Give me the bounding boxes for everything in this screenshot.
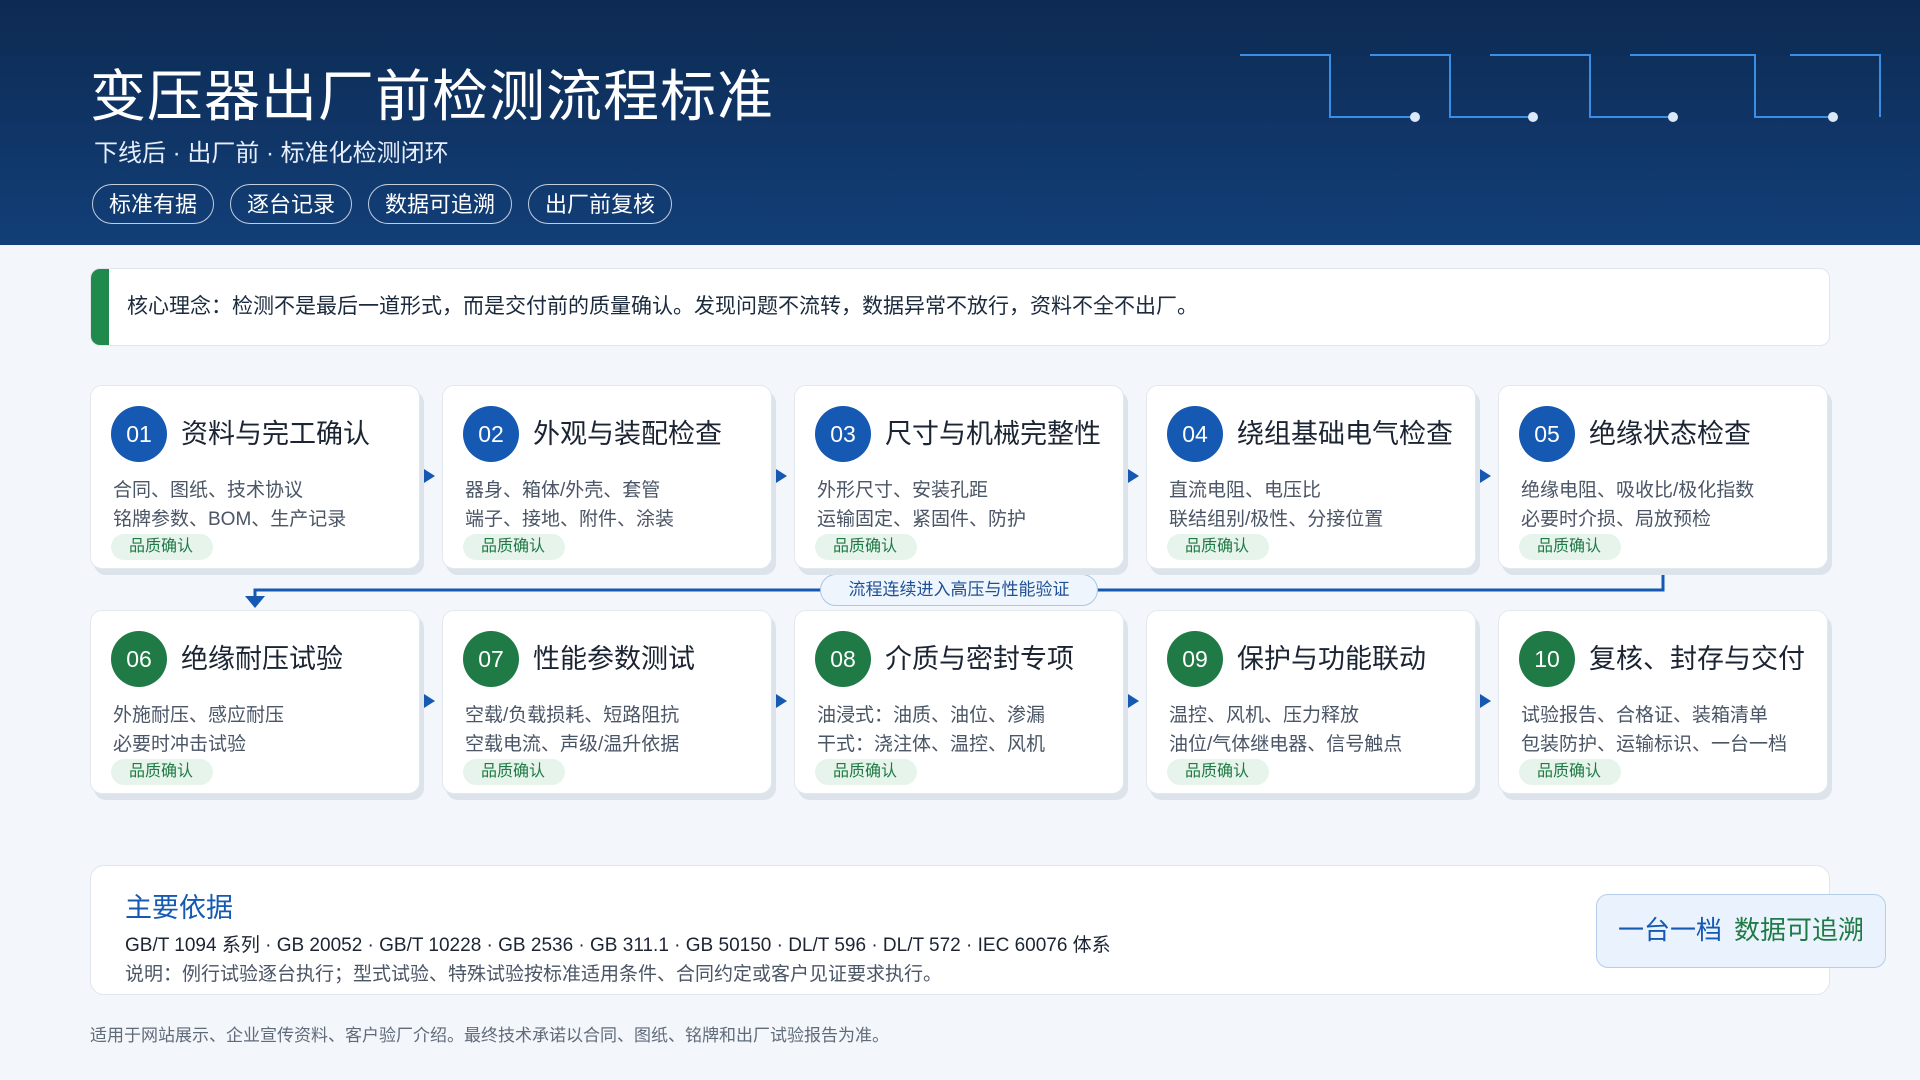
tag-traceable: 数据可追溯 [368,184,513,224]
quality-badge: 品质确认 [1167,759,1270,785]
quality-badge: 品质确认 [1519,534,1622,560]
step-detail-1: 绝缘电阻、吸收比/极化指数 [1521,480,1755,501]
arrow-right-icon [1480,469,1491,483]
step-title: 绝缘状态检查 [1589,419,1751,449]
step-number: 04 [1167,406,1223,462]
step-card-07: 07 性能参数测试 空载/负载损耗、短路阻抗 空载电流、声级/温升依据 品质确认 [442,610,772,794]
arrow-right-icon [1480,694,1491,708]
tag-record: 逐台记录 [230,184,353,224]
step-detail-2: 运输固定、紧固件、防护 [817,509,1027,530]
step-card-08: 08 介质与密封专项 油浸式：油质、油位、渗漏 干式：浇注体、温控、风机 品质确… [794,610,1124,794]
arrow-right-icon [776,469,787,483]
quality-badge: 品质确认 [1167,534,1270,560]
step-detail-1: 空载/负载损耗、短路阻抗 [465,705,680,726]
flow-down-arrow-icon [245,596,265,608]
step-number: 08 [815,631,871,687]
step-detail-2: 空载电流、声级/温升依据 [465,734,680,755]
core-concept-text: 核心理念：检测不是最后一道形式，而是交付前的质量确认。发现问题不流转，数据异常不… [127,295,1198,318]
quality-badge: 品质确认 [111,759,214,785]
step-detail-1: 器身、箱体/外壳、套管 [465,480,661,501]
basis-standards: GB/T 1094 系列 · GB 20052 · GB/T 10228 · G… [125,935,1111,956]
step-number: 06 [111,631,167,687]
step-number: 02 [463,406,519,462]
step-card-02: 02 外观与装配检查 器身、箱体/外壳、套管 端子、接地、附件、涂装 品质确认 [442,385,772,569]
footer-note: 适用于网站展示、企业宣传资料、客户验厂介绍。最终技术承诺以合同、图纸、铭牌和出厂… [90,1026,889,1045]
quality-badge: 品质确认 [1519,759,1622,785]
arrow-right-icon [776,694,787,708]
step-card-04: 04 绕组基础电气检查 直流电阻、电压比 联结组别/极性、分接位置 品质确认 [1146,385,1476,569]
step-detail-2: 铭牌参数、BOM、生产记录 [113,509,347,530]
step-number: 01 [111,406,167,462]
step-card-09: 09 保护与功能联动 温控、风机、压力释放 油位/气体继电器、信号触点 品质确认 [1146,610,1476,794]
core-accent-bar [91,269,109,345]
step-detail-1: 温控、风机、压力释放 [1169,705,1360,726]
arrow-right-icon [424,469,435,483]
traceability-part1: 一台一档 [1617,915,1722,945]
step-title: 复核、封存与交付 [1589,644,1805,674]
step-number: 03 [815,406,871,462]
step-title: 外观与装配检查 [533,419,722,449]
step-card-06: 06 绝缘耐压试验 外施耐压、感应耐压 必要时冲击试验 品质确认 [90,610,420,794]
step-detail-2: 必要时介损、局放预检 [1521,509,1712,530]
step-detail-1: 油浸式：油质、油位、渗漏 [817,705,1046,726]
step-detail-2: 干式：浇注体、温控、风机 [817,734,1046,755]
step-detail-1: 外施耐压、感应耐压 [113,705,285,726]
step-title: 资料与完工确认 [181,419,370,449]
step-detail-1: 直流电阻、电压比 [1169,480,1322,501]
arrow-right-icon [424,694,435,708]
step-detail-2: 包装防护、运输标识、一台一档 [1521,734,1788,755]
step-title: 绕组基础电气检查 [1237,419,1453,449]
step-detail-1: 试验报告、合格证、装箱清单 [1521,705,1769,726]
step-title: 介质与密封专项 [885,644,1074,674]
tag-review: 出厂前复核 [528,184,673,224]
step-number: 10 [1519,631,1575,687]
quality-badge: 品质确认 [111,534,214,560]
circuit-decoration-icon [1240,54,1881,122]
step-title: 绝缘耐压试验 [181,644,343,674]
header-banner: 变压器出厂前检测流程标准 下线后 · 出厂前 · 标准化检测闭环 标准有据 逐台… [0,0,1920,245]
quality-badge: 品质确认 [463,759,566,785]
step-number: 07 [463,631,519,687]
step-card-03: 03 尺寸与机械完整性 外形尺寸、安装孔距 运输固定、紧固件、防护 品质确认 [794,385,1124,569]
page-title: 变压器出厂前检测流程标准 [90,65,774,128]
quality-badge: 品质确认 [463,534,566,560]
arrow-right-icon [1128,694,1139,708]
basis-title: 主要依据 [125,893,233,923]
traceability-box: 一台一档 数据可追溯 [1596,894,1886,968]
core-concept-box: 核心理念：检测不是最后一道形式，而是交付前的质量确认。发现问题不流转，数据异常不… [90,268,1830,346]
quality-badge: 品质确认 [815,534,918,560]
step-card-10: 10 复核、封存与交付 试验报告、合格证、装箱清单 包装防护、运输标识、一台一档… [1498,610,1828,794]
step-detail-2: 联结组别/极性、分接位置 [1169,509,1384,530]
step-detail-1: 合同、图纸、技术协议 [113,480,304,501]
tag-standard: 标准有据 [92,184,215,224]
step-number: 05 [1519,406,1575,462]
step-card-05: 05 绝缘状态检查 绝缘电阻、吸收比/极化指数 必要时介损、局放预检 品质确认 [1498,385,1828,569]
traceability-part2: 数据可追溯 [1734,915,1865,945]
step-title: 保护与功能联动 [1237,644,1426,674]
step-title: 性能参数测试 [533,644,695,674]
basis-panel: 主要依据 GB/T 1094 系列 · GB 20052 · GB/T 1022… [90,865,1886,995]
step-detail-2: 必要时冲击试验 [113,734,247,755]
step-card-01: 01 资料与完工确认 合同、图纸、技术协议 铭牌参数、BOM、生产记录 品质确认 [90,385,420,569]
step-title: 尺寸与机械完整性 [885,419,1101,449]
arrow-right-icon [1128,469,1139,483]
step-detail-2: 油位/气体继电器、信号触点 [1169,734,1403,755]
step-number: 09 [1167,631,1223,687]
tag-list: 标准有据 逐台记录 数据可追溯 出厂前复核 [92,184,673,224]
step-detail-1: 外形尺寸、安装孔距 [817,480,989,501]
basis-note: 说明：例行试验逐台执行；型式试验、特殊试验按标准适用条件、合同约定或客户见证要求… [125,964,943,985]
flow-label: 流程连续进入高压与性能验证 [820,574,1098,606]
step-detail-2: 端子、接地、附件、涂装 [465,509,675,530]
quality-badge: 品质确认 [815,759,918,785]
page-subtitle: 下线后 · 出厂前 · 标准化检测闭环 [94,140,449,167]
